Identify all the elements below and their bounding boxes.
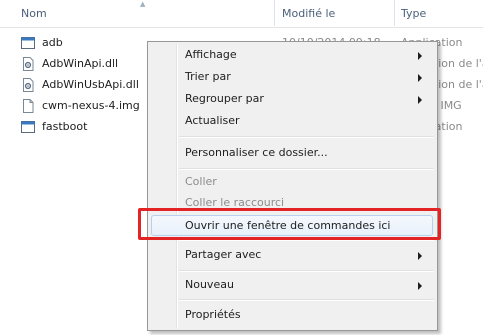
dll-file-icon xyxy=(23,78,34,92)
menu-item-actualiser[interactable]: Actualiser xyxy=(150,110,435,132)
menu-item-label: Actualiser xyxy=(185,114,240,127)
application-icon xyxy=(21,121,35,133)
file-name: fastboot xyxy=(42,120,88,133)
menu-separator xyxy=(179,136,434,138)
submenu-arrow-icon xyxy=(418,282,422,290)
dll-file-icon xyxy=(23,57,34,71)
menu-item-nouveau[interactable]: Nouveau xyxy=(150,274,435,296)
application-icon xyxy=(21,37,35,49)
submenu-arrow-icon xyxy=(418,96,422,104)
menu-separator xyxy=(179,168,434,170)
menu-item-regrouper-par[interactable]: Regrouper par xyxy=(150,88,435,110)
context-menu: Affichage Trier par Regrouper par Actual… xyxy=(147,41,438,331)
menu-item-label: Regrouper par xyxy=(185,92,264,105)
menu-item-coller: Coller xyxy=(150,171,435,193)
sort-arrow-icon: ▲ xyxy=(140,0,146,8)
annotation-highlight-box xyxy=(138,208,441,240)
menu-item-personnaliser[interactable]: Personnaliser ce dossier... xyxy=(150,142,435,164)
column-divider[interactable] xyxy=(274,0,275,26)
column-header-type[interactable]: Type xyxy=(401,7,426,20)
menu-item-label: Personnaliser ce dossier... xyxy=(185,146,328,159)
column-header-name[interactable]: Nom xyxy=(21,7,47,20)
menu-item-trier-par[interactable]: Trier par xyxy=(150,66,435,88)
menu-item-label: Affichage xyxy=(185,48,237,61)
menu-item-label: Nouveau xyxy=(185,278,234,291)
menu-separator xyxy=(179,270,434,272)
submenu-arrow-icon xyxy=(418,52,422,60)
column-header-bar: ▲ Nom Modifié le Type xyxy=(0,0,483,28)
menu-item-label: Propriétés xyxy=(185,308,241,321)
menu-item-label: Trier par xyxy=(185,70,231,83)
file-name: AdbWinApi.dll xyxy=(42,57,119,70)
menu-item-affichage[interactable]: Affichage xyxy=(150,44,435,66)
submenu-arrow-icon xyxy=(418,252,422,260)
column-header-modified[interactable]: Modifié le xyxy=(282,7,335,20)
file-name: AdbWinUsbApi.dll xyxy=(42,78,139,91)
file-name: cwm-nexus-4.img xyxy=(42,99,140,112)
menu-item-label: Partager avec xyxy=(185,248,262,261)
menu-separator xyxy=(179,299,434,301)
menu-item-partager-avec[interactable]: Partager avec xyxy=(150,244,435,266)
column-divider[interactable] xyxy=(394,0,395,26)
submenu-arrow-icon xyxy=(418,74,422,82)
menu-item-label: Coller xyxy=(185,175,217,188)
img-file-icon xyxy=(23,99,34,113)
file-name: adb xyxy=(42,36,63,49)
menu-item-proprietes[interactable]: Propriétés xyxy=(150,304,435,326)
